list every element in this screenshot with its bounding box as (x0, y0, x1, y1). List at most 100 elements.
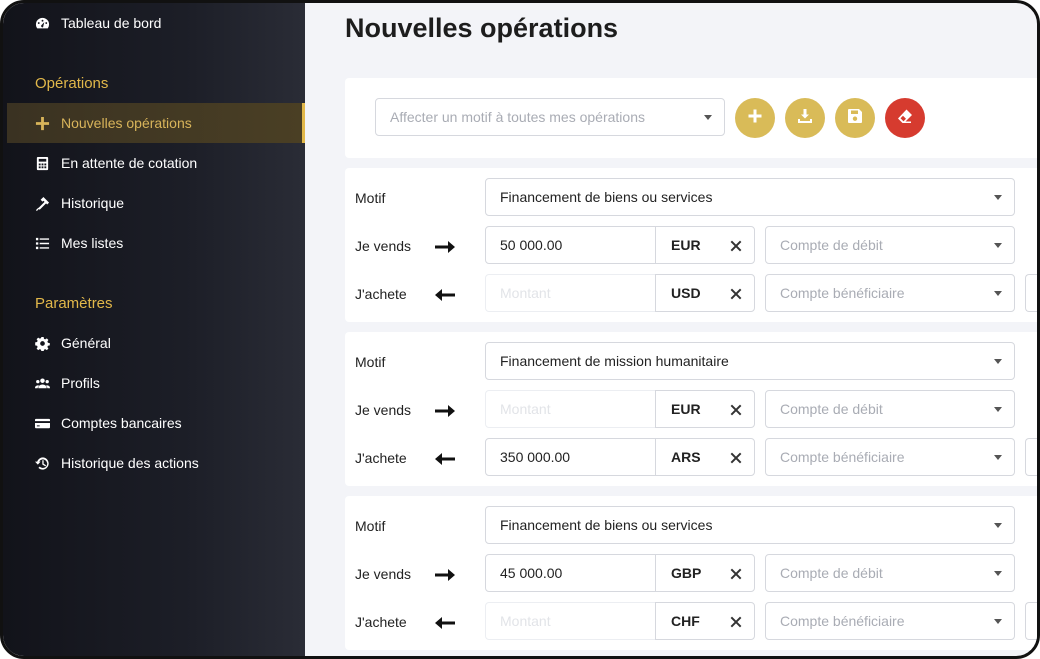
plus-icon (33, 114, 51, 132)
chevron-down-icon (994, 523, 1002, 528)
sell-amount-input[interactable]: Montant (485, 390, 656, 428)
debit-account-select[interactable]: Compte de débit (765, 390, 1015, 428)
buy-label: J'achete (355, 614, 407, 630)
beneficiary-account-placeholder: Compte bénéficiaire (780, 285, 905, 301)
buy-amount-input[interactable]: Montant (485, 602, 656, 640)
motif-label: Motif (355, 354, 386, 370)
sidebar: Tableau de bord Opérations Nouvelles opé… (3, 3, 305, 656)
sidebar-item-action-history[interactable]: Historique des actions (7, 443, 305, 483)
sidebar-item-profiles[interactable]: Profils (7, 363, 305, 403)
download-icon (797, 108, 813, 129)
clear-all-button[interactable] (885, 98, 925, 138)
gear-icon (33, 334, 51, 352)
sidebar-item-label: Nouvelles opérations (61, 115, 192, 131)
motif-select[interactable]: Financement de biens ou services (485, 178, 1015, 216)
save-button[interactable] (835, 98, 875, 138)
motif-label: Motif (355, 190, 386, 206)
sidebar-item-dashboard[interactable]: Tableau de bord (7, 3, 305, 43)
main-content: Nouvelles opérations Affecter un motif à… (305, 3, 1037, 656)
arrow-right-icon (435, 240, 455, 253)
sidebar-item-general[interactable]: Général (7, 323, 305, 363)
motif-label: Motif (355, 518, 386, 534)
chevron-down-icon (994, 243, 1002, 248)
close-icon[interactable] (730, 287, 742, 300)
sell-label: Je vends (355, 566, 412, 582)
users-icon (33, 374, 51, 392)
extra-field[interactable] (1025, 602, 1037, 640)
sidebar-item-label: Profils (61, 375, 100, 391)
buy-currency-value: CHF (671, 613, 700, 629)
sell-currency-value: EUR (671, 237, 701, 253)
sell-amount-input[interactable]: 50 000.00 (485, 226, 656, 264)
extra-field[interactable] (1025, 274, 1037, 312)
beneficiary-account-select[interactable]: Compte bénéficiaire (765, 602, 1015, 640)
arrow-left-icon (435, 288, 455, 301)
add-operation-button[interactable] (735, 98, 775, 138)
beneficiary-account-select[interactable]: Compte bénéficiaire (765, 274, 1015, 312)
buy-label: J'achete (355, 450, 407, 466)
buy-amount-input[interactable]: Montant (485, 274, 656, 312)
chevron-down-icon (994, 571, 1002, 576)
dashboard-icon (33, 14, 51, 32)
sell-currency-value: EUR (671, 401, 701, 417)
chevron-down-icon (994, 407, 1002, 412)
sidebar-item-my-lists[interactable]: Mes listes (7, 223, 305, 263)
sidebar-item-pending-quotes[interactable]: En attente de cotation (7, 143, 305, 183)
download-button[interactable] (785, 98, 825, 138)
debit-account-select[interactable]: Compte de débit (765, 554, 1015, 592)
buy-currency-select[interactable]: CHF (655, 602, 755, 640)
amount-placeholder: Montant (500, 613, 551, 629)
motif-select[interactable]: Financement de biens ou services (485, 506, 1015, 544)
sell-label: Je vends (355, 402, 412, 418)
buy-currency-value: ARS (671, 449, 701, 465)
close-icon[interactable] (730, 403, 742, 416)
sell-amount-value: 45 000.00 (500, 565, 563, 581)
section-title-settings: Paramètres (35, 295, 113, 312)
arrow-right-icon (435, 568, 455, 581)
global-motif-placeholder: Affecter un motif à toutes mes opération… (390, 109, 645, 125)
debit-account-placeholder: Compte de débit (780, 401, 883, 417)
motif-select[interactable]: Financement de mission humanitaire (485, 342, 1015, 380)
close-icon[interactable] (730, 239, 742, 252)
sidebar-item-label: Comptes bancaires (61, 415, 182, 431)
buy-currency-select[interactable]: USD (655, 274, 755, 312)
toolbar-card: Affecter un motif à toutes mes opération… (345, 78, 1037, 158)
eraser-icon (897, 108, 913, 129)
sidebar-item-new-operations[interactable]: Nouvelles opérations (7, 103, 305, 143)
chevron-down-icon (994, 359, 1002, 364)
sell-label: Je vends (355, 238, 412, 254)
operation-card: Motif Financement de biens ou services J… (345, 168, 1037, 322)
operation-card: Motif Financement de mission humanitaire… (345, 332, 1037, 486)
sidebar-item-history[interactable]: Historique (7, 183, 305, 223)
buy-currency-select[interactable]: ARS (655, 438, 755, 476)
chevron-down-icon (994, 291, 1002, 296)
sidebar-item-label: En attente de cotation (61, 155, 198, 171)
credit-card-icon (33, 414, 51, 432)
close-icon[interactable] (730, 615, 742, 628)
calculator-icon (33, 154, 51, 172)
arrow-left-icon (435, 452, 455, 465)
amount-placeholder: Montant (500, 401, 551, 417)
list-icon (33, 234, 51, 252)
sell-currency-select[interactable]: EUR (655, 226, 755, 264)
global-motif-select[interactable]: Affecter un motif à toutes mes opération… (375, 98, 725, 136)
sell-currency-select[interactable]: EUR (655, 390, 755, 428)
buy-amount-value: 350 000.00 (500, 449, 571, 465)
debit-account-select[interactable]: Compte de débit (765, 226, 1015, 264)
gavel-icon (33, 194, 51, 212)
sell-amount-input[interactable]: 45 000.00 (485, 554, 656, 592)
motif-value: Financement de biens ou services (500, 517, 713, 533)
buy-amount-input[interactable]: 350 000.00 (485, 438, 656, 476)
history-icon (33, 454, 51, 472)
close-icon[interactable] (730, 451, 742, 464)
beneficiary-account-select[interactable]: Compte bénéficiaire (765, 438, 1015, 476)
sidebar-item-label: Tableau de bord (61, 15, 162, 31)
close-icon[interactable] (730, 567, 742, 580)
chevron-down-icon (994, 455, 1002, 460)
page-title: Nouvelles opérations (345, 13, 619, 43)
sell-currency-value: GBP (671, 565, 702, 581)
sell-currency-select[interactable]: GBP (655, 554, 755, 592)
extra-field[interactable] (1025, 438, 1037, 476)
sidebar-item-bank-accounts[interactable]: Comptes bancaires (7, 403, 305, 443)
sidebar-item-label: Général (61, 335, 111, 351)
